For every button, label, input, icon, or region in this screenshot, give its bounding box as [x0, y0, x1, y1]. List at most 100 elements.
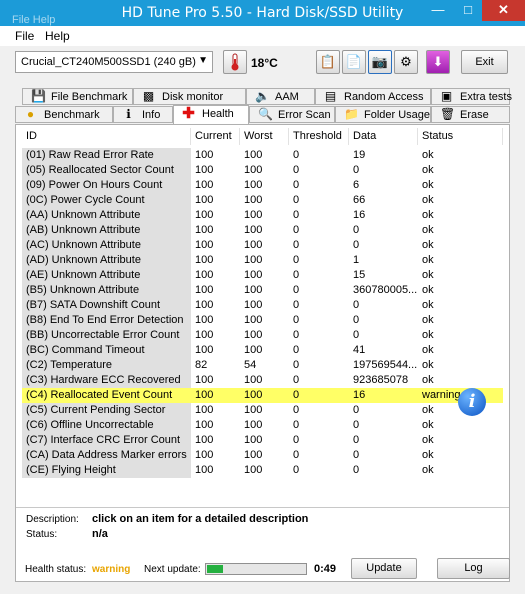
cell-worst: 54 [244, 359, 257, 371]
disk-monitor-icon: ▩ [142, 89, 155, 103]
table-row[interactable]: (AB) Unknown Attribute 100 100 0 0 ok [22, 223, 503, 238]
cell-data: 0 [353, 449, 360, 461]
update-button[interactable]: Update [351, 558, 417, 579]
col-header-worst[interactable]: Worst [240, 128, 289, 145]
log-button[interactable]: Log [437, 558, 510, 579]
title-bar: File Help HD Tune Pro 5.50 - Hard Disk/S… [0, 0, 525, 26]
table-row[interactable]: (AA) Unknown Attribute 100 100 0 16 ok [22, 208, 503, 223]
exit-button[interactable]: Exit [461, 50, 508, 74]
cell-threshold: 0 [293, 284, 300, 296]
update-progress-fill [207, 565, 223, 573]
table-row[interactable]: (0C) Power Cycle Count 100 100 0 66 ok [22, 193, 503, 208]
cell-current: 100 [195, 284, 214, 296]
cell-data: 19 [353, 149, 366, 161]
cell-id: (C7) Interface CRC Error Count [22, 433, 191, 448]
copy-screenshot-button[interactable]: 📄 [342, 50, 366, 74]
table-row[interactable]: (C5) Current Pending Sector 100 100 0 0 ok [22, 403, 503, 418]
table-row[interactable]: (09) Power On Hours Count 100 100 0 6 ok [22, 178, 503, 193]
table-row[interactable]: (05) Reallocated Sector Count 100 100 0 0 ok [22, 163, 503, 178]
cell-current: 100 [195, 314, 214, 326]
table-row[interactable]: (C7) Interface CRC Error Count 100 100 0 0 ok [22, 433, 503, 448]
next-update-label: Next update: [144, 564, 201, 575]
table-row[interactable]: (CE) Flying Height 100 100 0 0 ok [22, 463, 503, 478]
cell-data: 923685078 [353, 374, 409, 386]
table-row[interactable]: (AE) Unknown Attribute 100 100 0 15 ok [22, 268, 503, 283]
cell-worst: 100 [244, 269, 263, 281]
cell-worst: 100 [244, 404, 263, 416]
cell-current: 100 [195, 194, 214, 206]
camera-icon: 📷 [371, 54, 389, 69]
table-row[interactable]: (B8) End To End Error Detection 100 100 0 0 o… [22, 313, 503, 328]
cell-status: ok [422, 434, 434, 446]
cell-worst: 100 [244, 179, 263, 191]
cell-current: 100 [195, 434, 214, 446]
tab-folder-usage[interactable]: 📁 Folder Usage [335, 106, 431, 123]
table-row[interactable]: (BB) Uncorrectable Error Count 100 100 0 0 ok [22, 328, 503, 343]
tab-extra-tests[interactable]: ▣ Extra tests [431, 88, 512, 105]
tab-info[interactable]: ℹ Info [113, 106, 173, 123]
table-row[interactable]: (B5) Unknown Attribute 100 100 0 360780005..… [22, 283, 503, 298]
cell-id: (AC) Unknown Attribute [22, 238, 191, 253]
options-button[interactable]: ⚙ [394, 50, 418, 74]
cell-status: ok [422, 449, 434, 461]
cell-threshold: 0 [293, 389, 300, 401]
tab-health[interactable]: ✚ Health [173, 105, 249, 125]
table-row[interactable]: (C3) Hardware ECC Recovered 100 100 0 923685… [22, 373, 503, 388]
tab-aam[interactable]: 🔈 AAM [246, 88, 315, 105]
table-row[interactable]: (B7) SATA Downshift Count 100 100 0 0 ok [22, 298, 503, 313]
tab-file-benchmark[interactable]: 💾 File Benchmark [22, 88, 133, 105]
tab-error-scan[interactable]: 🔍 Error Scan [249, 106, 335, 123]
cell-threshold: 0 [293, 179, 300, 191]
app-window: File Help HD Tune Pro 5.50 - Hard Disk/S… [0, 0, 525, 594]
save-button[interactable]: ⬇ [426, 50, 450, 74]
tab-benchmark[interactable]: ● Benchmark [15, 106, 113, 123]
screenshot-button[interactable]: 📷 [368, 50, 392, 74]
table-row[interactable]: (C6) Offline Uncorrectable 100 100 0 0 ok [22, 418, 503, 433]
cell-status: ok [422, 269, 434, 281]
table-row[interactable]: (C2) Temperature 82 54 0 197569544... ok [22, 358, 503, 373]
table-row[interactable]: (01) Raw Read Error Rate 100 100 0 19 ok [22, 148, 503, 163]
cell-id: (BB) Uncorrectable Error Count [22, 328, 191, 343]
cell-data: 1 [353, 254, 360, 266]
random-access-icon: ▤ [324, 89, 337, 103]
table-row[interactable]: (CA) Data Address Marker errors 100 100 0 0 o… [22, 448, 503, 463]
menu-help[interactable]: Help [45, 29, 70, 43]
copy-text-button[interactable]: 📋 [316, 50, 340, 74]
folder-icon: 📁 [344, 107, 359, 121]
cell-threshold: 0 [293, 419, 300, 431]
col-header-data[interactable]: Data [349, 128, 418, 145]
cell-id: (B7) SATA Downshift Count [22, 298, 191, 313]
drive-select[interactable]: Crucial_CT240M500SSD1 (240 gB) ▼ [15, 51, 213, 73]
update-countdown: 0:49 [314, 563, 337, 575]
thermometer-button[interactable] [223, 50, 247, 74]
info-button[interactable]: i [458, 388, 486, 416]
cell-threshold: 0 [293, 269, 300, 281]
cell-data: 41 [353, 344, 366, 356]
col-header-current[interactable]: Current [191, 128, 240, 145]
minimize-button[interactable]: — [424, 0, 452, 21]
menu-file[interactable]: File [15, 29, 34, 43]
cell-current: 100 [195, 344, 214, 356]
table-row[interactable]: (BC) Command Timeout 100 100 0 41 ok [22, 343, 503, 358]
error-scan-icon: 🔍 [258, 107, 273, 121]
health-cross-icon: ✚ [182, 105, 195, 122]
maximize-button[interactable]: □ [454, 0, 482, 21]
clipboard-icon: 📄 [345, 54, 363, 69]
table-row[interactable]: (AD) Unknown Attribute 100 100 0 1 ok [22, 253, 503, 268]
tab-random-access[interactable]: ▤ Random Access [315, 88, 431, 105]
table-row[interactable]: (AC) Unknown Attribute 100 100 0 0 ok [22, 238, 503, 253]
info-circle-icon: i [468, 391, 476, 412]
file-benchmark-icon: 💾 [31, 89, 46, 103]
col-header-status[interactable]: Status [418, 128, 503, 145]
cell-data: 0 [353, 164, 360, 176]
cell-status: ok [422, 464, 434, 476]
cell-threshold: 0 [293, 299, 300, 311]
cell-worst: 100 [244, 464, 263, 476]
table-row[interactable]: (C4) Reallocated Event Count 100 100 0 16 war… [22, 388, 503, 403]
tab-disk-monitor[interactable]: ▩ Disk monitor [133, 88, 246, 105]
col-header-id[interactable]: ID [22, 128, 191, 145]
col-header-threshold[interactable]: Threshold [289, 128, 349, 145]
close-button[interactable]: ✕ [482, 0, 525, 21]
tab-erase[interactable]: 🗑 Erase [431, 106, 510, 123]
cell-current: 100 [195, 419, 214, 431]
